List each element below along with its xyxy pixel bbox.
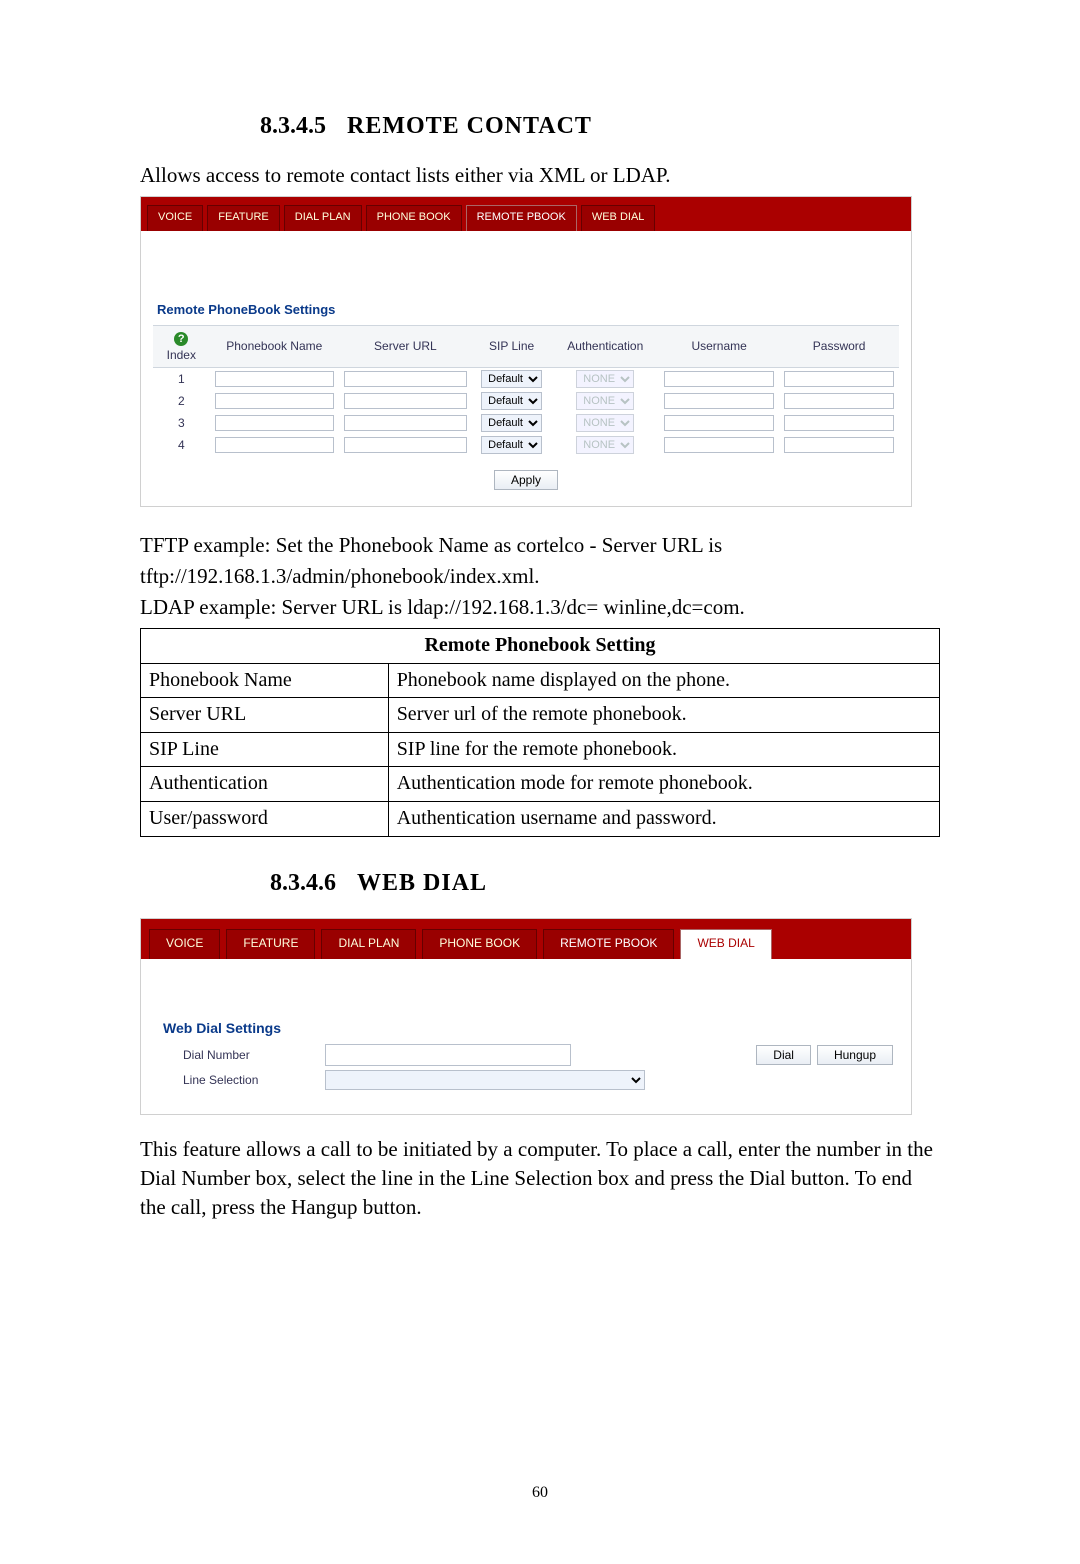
col-user: Username: [659, 326, 779, 368]
phonebook-name-input[interactable]: [215, 371, 334, 387]
def-key: User/password: [141, 801, 389, 836]
tftp-example-line1: TFTP example: Set the Phonebook Name as …: [140, 531, 940, 560]
tab-phone-book[interactable]: PHONE BOOK: [366, 205, 462, 231]
col-name: Phonebook Name: [210, 326, 339, 368]
def-val: Authentication username and password.: [388, 801, 939, 836]
tab-feature[interactable]: FEATURE: [207, 205, 280, 231]
password-input[interactable]: [784, 415, 894, 431]
sip-line-select[interactable]: Default: [481, 414, 542, 432]
table-row: 2 Default NONE: [153, 390, 899, 412]
row-index: 4: [153, 434, 210, 456]
section-number-1: 8.3.4.5: [260, 113, 326, 139]
tftp-example-line2: tftp://192.168.1.3/admin/phonebook/index…: [140, 562, 940, 591]
server-url-input[interactable]: [344, 415, 466, 431]
web-dial-caption: Web Dial Settings: [163, 1019, 893, 1038]
line-selection-select[interactable]: [325, 1070, 645, 1090]
row-index: 1: [153, 368, 210, 391]
username-input[interactable]: [664, 371, 774, 387]
tab-remote-pbook[interactable]: REMOTE PBOOK: [543, 929, 674, 959]
hangup-button[interactable]: Hungup: [817, 1045, 893, 1065]
dial-number-label: Dial Number: [163, 1047, 313, 1064]
web-dial-description: This feature allows a call to be initiat…: [140, 1135, 940, 1222]
auth-select: NONE: [576, 414, 634, 432]
def-val: SIP line for the remote phonebook.: [388, 732, 939, 767]
phonebook-name-input[interactable]: [215, 415, 334, 431]
tab-web-dial[interactable]: WEB DIAL: [680, 929, 771, 959]
section-number-2: 8.3.4.6: [270, 870, 336, 896]
remote-pbk-table: ? Index Phonebook Name Server URL SIP Li…: [153, 325, 899, 456]
table-row: 4 Default NONE: [153, 434, 899, 456]
def-title: Remote Phonebook Setting: [141, 629, 940, 664]
section-heading-2: 8.3.4.6 WEB DIAL: [140, 867, 940, 900]
server-url-input[interactable]: [344, 393, 466, 409]
server-url-input[interactable]: [344, 437, 466, 453]
section-title-1: REMOTE CONTACT: [347, 113, 592, 139]
row-index: 3: [153, 412, 210, 434]
col-url: Server URL: [339, 326, 472, 368]
password-input[interactable]: [784, 437, 894, 453]
tab-voice[interactable]: VOICE: [147, 205, 203, 231]
def-key: Phonebook Name: [141, 663, 389, 698]
sip-line-select[interactable]: Default: [481, 436, 542, 454]
def-key: Server URL: [141, 698, 389, 733]
tab-dial-plan[interactable]: DIAL PLAN: [321, 929, 416, 959]
col-index: Index: [167, 348, 196, 362]
tab-voice[interactable]: VOICE: [149, 929, 220, 959]
password-input[interactable]: [784, 393, 894, 409]
auth-select: NONE: [576, 392, 634, 410]
intro-text-1: Allows access to remote contact lists ei…: [140, 161, 940, 190]
tab-feature[interactable]: FEATURE: [226, 929, 315, 959]
col-pass: Password: [779, 326, 899, 368]
col-auth: Authentication: [551, 326, 659, 368]
help-icon[interactable]: ?: [174, 332, 188, 346]
username-input[interactable]: [664, 437, 774, 453]
apply-button[interactable]: Apply: [494, 470, 558, 490]
col-sip: SIP Line: [472, 326, 552, 368]
sip-line-select[interactable]: Default: [481, 392, 542, 410]
def-key: Authentication: [141, 767, 389, 802]
tab-bar-2: VOICE FEATURE DIAL PLAN PHONE BOOK REMOT…: [141, 919, 911, 959]
def-val: Server url of the remote phonebook.: [388, 698, 939, 733]
remote-phonebook-panel: VOICE FEATURE DIAL PLAN PHONE BOOK REMOT…: [140, 196, 912, 507]
def-val: Phonebook name displayed on the phone.: [388, 663, 939, 698]
web-dial-panel: VOICE FEATURE DIAL PLAN PHONE BOOK REMOT…: [140, 918, 912, 1115]
tab-dial-plan[interactable]: DIAL PLAN: [284, 205, 362, 231]
phonebook-name-input[interactable]: [215, 393, 334, 409]
username-input[interactable]: [664, 415, 774, 431]
dial-number-input[interactable]: [325, 1044, 571, 1066]
tab-bar-1: VOICE FEATURE DIAL PLAN PHONE BOOK REMOT…: [141, 197, 911, 231]
dial-button[interactable]: Dial: [756, 1045, 811, 1065]
row-index: 2: [153, 390, 210, 412]
page-number: 60: [140, 1482, 940, 1504]
ldap-example: LDAP example: Server URL is ldap://192.1…: [140, 593, 940, 622]
def-key: SIP Line: [141, 732, 389, 767]
table-row: 1 Default NONE: [153, 368, 899, 391]
password-input[interactable]: [784, 371, 894, 387]
tab-web-dial[interactable]: WEB DIAL: [581, 205, 656, 231]
server-url-input[interactable]: [344, 371, 466, 387]
username-input[interactable]: [664, 393, 774, 409]
tab-remote-pbook[interactable]: REMOTE PBOOK: [466, 205, 577, 231]
remote-pbk-caption: Remote PhoneBook Settings: [157, 301, 899, 319]
table-row: 3 Default NONE: [153, 412, 899, 434]
auth-select: NONE: [576, 436, 634, 454]
auth-select: NONE: [576, 370, 634, 388]
line-selection-label: Line Selection: [163, 1072, 313, 1089]
definitions-table: Remote Phonebook Setting Phonebook NameP…: [140, 628, 940, 837]
phonebook-name-input[interactable]: [215, 437, 334, 453]
sip-line-select[interactable]: Default: [481, 370, 542, 388]
section-title-2: WEB DIAL: [357, 870, 487, 896]
def-val: Authentication mode for remote phonebook…: [388, 767, 939, 802]
section-heading-1: 8.3.4.5 REMOTE CONTACT: [140, 110, 940, 143]
tab-phone-book[interactable]: PHONE BOOK: [422, 929, 537, 959]
